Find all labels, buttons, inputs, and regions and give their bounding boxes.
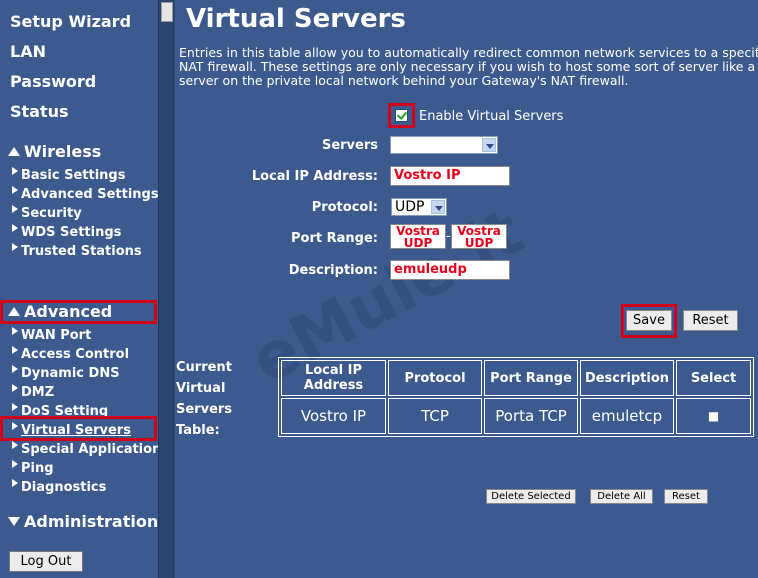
expand-down-icon — [8, 517, 20, 526]
port-range-label: Port Range: — [291, 231, 378, 246]
save-button[interactable]: Save — [626, 310, 672, 331]
sidebar-item-diagnostics[interactable]: Diagnostics — [12, 478, 107, 495]
section-wireless-label: Wireless — [24, 142, 102, 161]
flag-icon — [12, 479, 18, 487]
sidebar-item-label: Dynamic DNS — [21, 366, 120, 381]
port-from-input[interactable]: Vostra UDP — [390, 224, 446, 249]
table-reset-button[interactable]: Reset — [664, 489, 708, 504]
col-port-range: Port Range — [484, 360, 578, 396]
sidebar-item-label: Ping — [21, 461, 54, 476]
flag-icon — [12, 327, 18, 335]
scroll-thumb[interactable] — [161, 2, 173, 22]
flag-icon — [12, 205, 18, 213]
section-wireless[interactable]: Wireless — [8, 142, 101, 161]
cell-description: emuletcp — [580, 398, 674, 434]
frame-divider[interactable] — [158, 0, 175, 578]
description-input[interactable]: emuleudp — [390, 260, 510, 280]
servers-label: Servers — [321, 138, 378, 153]
protocol-select[interactable]: UDP — [391, 198, 447, 216]
col-select: Select — [676, 360, 751, 396]
collapse-up-icon — [8, 147, 20, 156]
chevron-down-icon — [431, 200, 445, 214]
port-to-input[interactable]: Vostra UDP — [451, 224, 507, 249]
table-header-row: Local IP Address Protocol Port Range Des… — [281, 360, 751, 396]
sidebar-item-dynamic-dns[interactable]: Dynamic DNS — [12, 364, 120, 381]
servers-select[interactable] — [390, 136, 498, 154]
sidebar-item-dos-setting[interactable]: DoS Setting — [12, 402, 108, 419]
sidebar-item-label: DMZ — [21, 385, 55, 400]
virtual-servers-table: Local IP Address Protocol Port Range Des… — [278, 357, 754, 437]
flag-icon — [12, 346, 18, 354]
flag-icon — [12, 384, 18, 392]
sidebar-item-label: WAN Port — [21, 328, 92, 343]
flag-icon — [12, 186, 18, 194]
section-administration-label: Administration — [24, 512, 159, 531]
nav-password[interactable]: Password — [10, 72, 96, 91]
sidebar-item-label: Special Applications — [21, 442, 170, 457]
table-row: Vostro IP TCP Porta TCP emuletcp ■ — [281, 398, 751, 434]
highlight-advanced — [0, 300, 157, 324]
cell-port-range: Porta TCP — [484, 398, 578, 434]
delete-selected-button[interactable]: Delete Selected — [486, 489, 576, 504]
sidebar-item-wan-port[interactable]: WAN Port — [12, 326, 92, 343]
sidebar-item-label: Basic Settings — [21, 168, 126, 183]
flag-icon — [12, 224, 18, 232]
sidebar-item-label: Trusted Stations — [21, 244, 142, 259]
reset-button[interactable]: Reset — [683, 310, 738, 331]
cell-select-checkbox[interactable]: ■ — [676, 398, 751, 434]
chevron-down-icon — [482, 138, 496, 152]
sidebar: Setup Wizard LAN Password Status Wireles… — [0, 0, 169, 578]
sidebar-item-trusted-stations[interactable]: Trusted Stations — [12, 242, 142, 259]
flag-icon — [12, 167, 18, 175]
protocol-select-value: UDP — [395, 199, 425, 215]
flag-icon — [12, 403, 18, 411]
sidebar-item-label: Security — [21, 206, 82, 221]
cell-protocol: TCP — [388, 398, 482, 434]
sidebar-item-access-control[interactable]: Access Control — [12, 345, 130, 362]
flag-icon — [12, 365, 18, 373]
sidebar-item-advanced-settings[interactable]: Advanced Settings — [12, 185, 159, 202]
sidebar-item-label: Diagnostics — [21, 480, 107, 495]
sidebar-item-basic-settings[interactable]: Basic Settings — [12, 166, 126, 183]
flag-icon — [12, 441, 18, 449]
delete-all-button[interactable]: Delete All — [590, 489, 653, 504]
col-local-ip: Local IP Address — [281, 360, 386, 396]
sidebar-item-label: Access Control — [21, 347, 130, 362]
sidebar-item-label: Advanced Settings — [21, 187, 159, 202]
flag-icon — [12, 460, 18, 468]
enable-virtual-servers-label: Enable Virtual Servers — [419, 109, 564, 124]
nav-status[interactable]: Status — [10, 102, 69, 121]
section-administration[interactable]: Administration — [8, 512, 158, 531]
intro-text: Entries in this table allow you to autom… — [179, 45, 758, 88]
logout-button[interactable]: Log Out — [9, 551, 83, 572]
flag-icon — [12, 243, 18, 251]
table-caption: Current Virtual Servers Table: — [176, 360, 233, 438]
local-ip-input[interactable]: Vostro IP — [390, 166, 510, 186]
sidebar-item-dmz[interactable]: DMZ — [12, 383, 55, 400]
col-description: Description — [580, 360, 674, 396]
col-protocol: Protocol — [388, 360, 482, 396]
highlight-virtual-servers — [0, 416, 157, 441]
sidebar-item-security[interactable]: Security — [12, 204, 82, 221]
enable-virtual-servers-checkbox[interactable] — [395, 109, 408, 122]
protocol-label: Protocol: — [311, 200, 378, 215]
sidebar-item-label: WDS Settings — [21, 225, 122, 240]
local-ip-label: Local IP Address: — [251, 169, 378, 184]
port-range-separator: - — [446, 229, 451, 244]
sidebar-item-wds-settings[interactable]: WDS Settings — [12, 223, 122, 240]
cell-local-ip: Vostro IP — [281, 398, 386, 434]
nav-setup-wizard[interactable]: Setup Wizard — [10, 12, 131, 31]
sidebar-item-ping[interactable]: Ping — [12, 459, 54, 476]
page-title: Virtual Servers — [186, 4, 406, 34]
nav-lan[interactable]: LAN — [10, 42, 46, 61]
description-label: Description: — [288, 263, 378, 278]
sidebar-item-special-applications[interactable]: Special Applications — [12, 440, 170, 457]
